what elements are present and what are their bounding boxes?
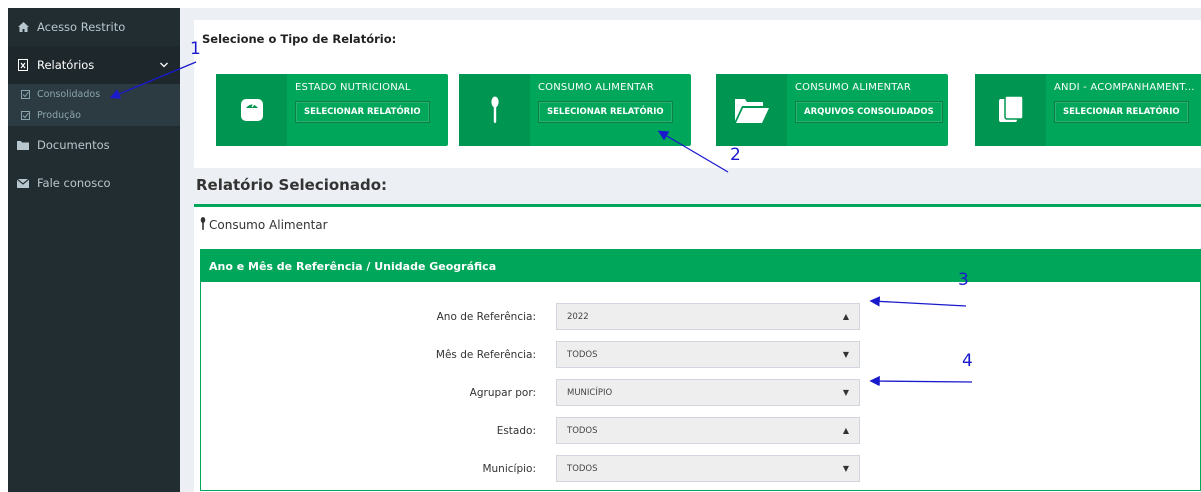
annotation-label-3: 3 [958, 270, 969, 290]
annotation-arrow-4 [869, 375, 973, 387]
annotation-arrow-3 [869, 296, 967, 307]
annotation-arrow-2 [657, 130, 729, 173]
annotation-arrow-1 [109, 61, 197, 99]
annotation-label-1: 1 [190, 39, 201, 59]
annotation-label-4: 4 [962, 351, 973, 371]
annotation-label-2: 2 [730, 145, 741, 165]
annotation-arrows [109, 61, 973, 387]
